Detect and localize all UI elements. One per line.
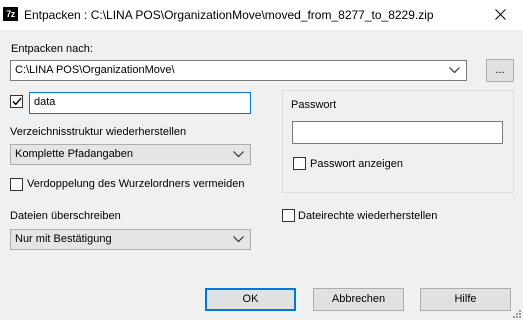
chevron-down-icon <box>233 151 244 158</box>
eliminate-duplicates-label: Verdoppelung des Wurzelordners vermeiden <box>27 178 245 190</box>
subfolder-input[interactable]: data <box>29 92 251 114</box>
overwrite-mode-select[interactable]: Nur mit Bestätigung <box>10 229 251 250</box>
subfolder-checkbox[interactable] <box>10 95 23 108</box>
chevron-down-icon <box>233 236 244 243</box>
window-title: Entpacken : C:\LINA POS\OrganizationMove… <box>24 8 434 22</box>
extract-path-value: C:\LINA POS\OrganizationMove\ <box>15 64 175 76</box>
ok-button[interactable]: OK <box>205 288 296 311</box>
overwrite-mode-value: Nur mit Bestätigung <box>15 233 112 245</box>
password-input[interactable] <box>292 121 503 144</box>
password-group-title: Passwort <box>290 99 338 111</box>
extract-path-combobox[interactable]: C:\LINA POS\OrganizationMove\ <box>10 60 467 81</box>
overwrite-mode-label: Dateien überschreiben <box>10 210 121 222</box>
restore-rights-label: Dateirechte wiederherstellen <box>298 210 438 222</box>
7zip-app-icon: 7z <box>3 7 18 21</box>
path-mode-label: Verzeichnisstruktur wiederherstellen <box>10 126 187 138</box>
chevron-down-icon <box>449 67 460 74</box>
path-mode-select[interactable]: Komplette Pfadangaben <box>10 144 251 165</box>
subfolder-value: data <box>34 96 56 108</box>
show-password-checkbox[interactable] <box>293 157 306 170</box>
restore-rights-checkbox[interactable] <box>282 209 295 222</box>
help-button[interactable]: Hilfe <box>420 288 511 311</box>
close-icon <box>495 9 506 20</box>
checkmark-icon <box>12 97 22 106</box>
eliminate-duplicates-checkbox[interactable] <box>10 178 23 191</box>
resize-grip-icon[interactable] <box>512 309 522 319</box>
path-mode-value: Komplette Pfadangaben <box>15 148 134 160</box>
title-bar: 7z Entpacken : C:\LINA POS\OrganizationM… <box>0 0 523 30</box>
show-password-label: Passwort anzeigen <box>310 158 403 170</box>
extract-to-label: Entpacken nach: <box>11 43 93 55</box>
close-button[interactable] <box>478 0 523 30</box>
browse-button[interactable]: ... <box>486 59 514 82</box>
cancel-button[interactable]: Abbrechen <box>313 288 404 311</box>
